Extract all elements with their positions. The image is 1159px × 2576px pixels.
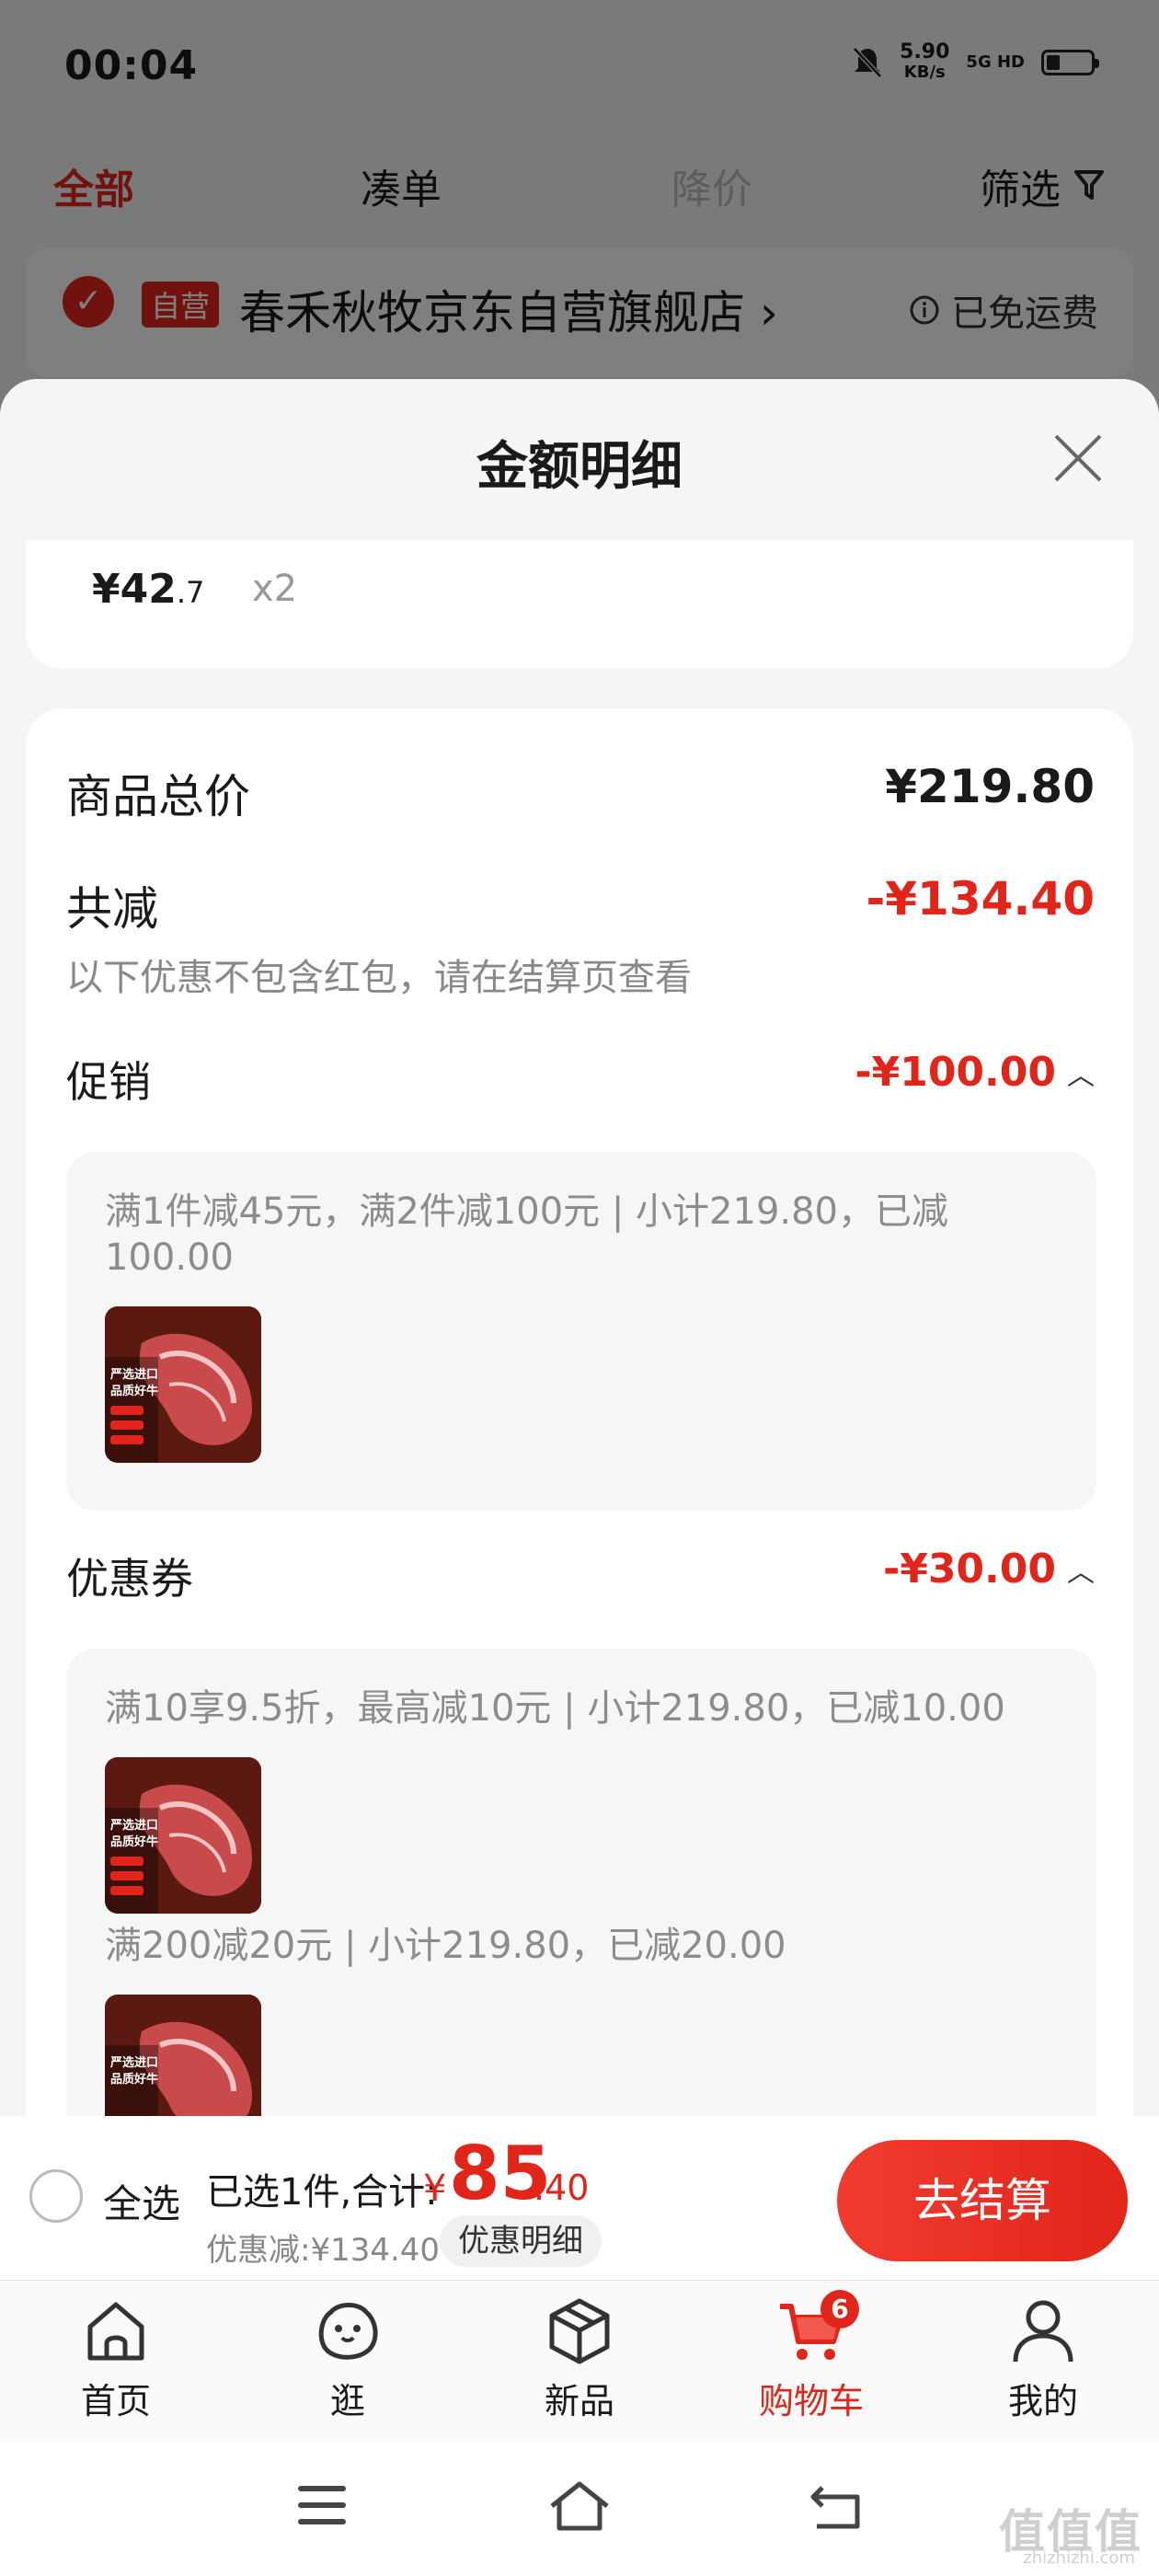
box-icon [549,2298,610,2364]
unit-price: ¥42.7 [92,566,205,613]
discount-detail-button[interactable]: 优惠明细 [440,2215,602,2267]
beef-image: 严选进口 品质好牛 [105,1757,261,1914]
beef-image: 严选进口 品质好牛 [105,1306,261,1463]
promo-value: -¥100.00 [855,1049,1056,1096]
svg-text:品质好牛: 品质好牛 [110,2072,158,2087]
product-price-card: ¥42.7 x2 [26,540,1133,669]
total-price-label: 商品总价 [66,770,250,823]
total-reduce-label: 共减 [66,882,158,936]
discount-summary: 优惠减:¥134.40 [206,2232,441,2269]
svg-text:品质好牛: 品质好牛 [110,1834,158,1849]
tab-mine[interactable]: 我的 [960,2294,1126,2423]
coupon-detail-box: 满10享9.5折，最高减10元 | 小计219.80，已减10.00 严选进口 … [66,1649,1096,2118]
close-icon[interactable] [1050,431,1106,486]
svg-text:严选进口: 严选进口 [109,1367,158,1382]
menu-icon[interactable] [294,2480,350,2530]
checkout-bar: 全选 已选1件,合计: ¥ 85 .40 优惠减:¥134.40 优惠明细 去结… [0,2116,1159,2280]
tab-label: 购物车 [758,2381,864,2421]
sheet-header: 金额明细 [0,379,1159,540]
product-thumbnail[interactable]: 严选进口 品质好牛 [105,1306,261,1463]
total-reduce-value: -¥134.40 [866,872,1096,926]
product-thumbnail[interactable]: 严选进口 品质好牛 [105,1995,261,2118]
tab-label: 我的 [1007,2381,1078,2421]
cart-count-badge: 6 [820,2290,859,2329]
chevron-up-icon: ︿ [1067,1059,1095,1092]
selected-count: 已选1件,合计: [206,2171,438,2214]
amount-detail-sheet: 金额明细 ¥42.7 x2 商品总价 ¥219.80 共减 -¥134.40 以… [0,379,1159,2118]
checkout-button[interactable]: 去结算 [837,2140,1128,2261]
coupon-toggle[interactable]: -¥30.00 ︿ [883,1546,1095,1593]
discount-hint: 以下优惠不包含红包，请在结算页查看 [66,957,692,999]
promo-rule-text: 满1件减45元，满2件减100元 | 小计219.80，已减 100.00 [105,1190,949,1279]
total-amount-dec: .40 [534,2168,590,2208]
select-all-label[interactable]: 全选 [103,2173,180,2229]
home-nav-icon[interactable] [548,2480,611,2532]
system-navigation-bar: 值值值 zhizhizhi.com [0,2440,1159,2576]
coupon-rule-1: 满10享9.5折，最高减10元 | 小计219.80，已减10.00 [105,1687,1005,1730]
beef-image: 严选进口 品质好牛 [105,1995,261,2118]
watermark-url: zhizhizhi.com [1023,2548,1135,2568]
coupon-rule-2: 满200减20元 | 小计219.80，已减20.00 [105,1925,786,1967]
tab-cart[interactable]: 6 购物车 [729,2290,894,2423]
product-thumbnail[interactable]: 严选进口 品质好牛 [105,1757,261,1914]
tab-home[interactable]: 首页 [33,2294,199,2423]
tab-label: 首页 [80,2381,151,2421]
person-icon [1013,2300,1073,2363]
tab-new[interactable]: 新品 [497,2294,662,2423]
tab-label: 逛 [329,2381,365,2421]
promo-label: 促销 [66,1057,151,1107]
total-price-value: ¥219.80 [885,760,1095,813]
svg-text:严选进口: 严选进口 [109,2055,158,2070]
svg-text:严选进口: 严选进口 [109,1818,158,1833]
tab-browse[interactable]: 逛 [265,2294,430,2423]
svg-text:品质好牛: 品质好牛 [110,1384,158,1398]
promo-toggle[interactable]: -¥100.00 ︿ [855,1049,1095,1096]
bottom-tab-bar: 首页 逛 新品 6 购物车 我的 [0,2280,1159,2440]
total-currency: ¥ [423,2168,447,2210]
tab-label: 新品 [544,2381,614,2421]
sheet-title: 金额明细 [476,437,683,497]
coupon-label: 优惠券 [66,1554,193,1604]
home-icon [87,2302,144,2361]
coupon-value: -¥30.00 [882,1546,1056,1593]
promo-detail-box: 满1件减45元，满2件减100元 | 小计219.80，已减 100.00 严选… [66,1152,1096,1511]
select-all-radio[interactable] [29,2169,83,2223]
back-icon[interactable] [808,2480,865,2532]
quantity: x2 [252,568,298,610]
face-icon [318,2303,378,2360]
price-breakdown-card: 商品总价 ¥219.80 共减 -¥134.40 以下优惠不包含红包，请在结算页… [26,708,1133,2118]
chevron-up-icon: ︿ [1067,1556,1095,1589]
